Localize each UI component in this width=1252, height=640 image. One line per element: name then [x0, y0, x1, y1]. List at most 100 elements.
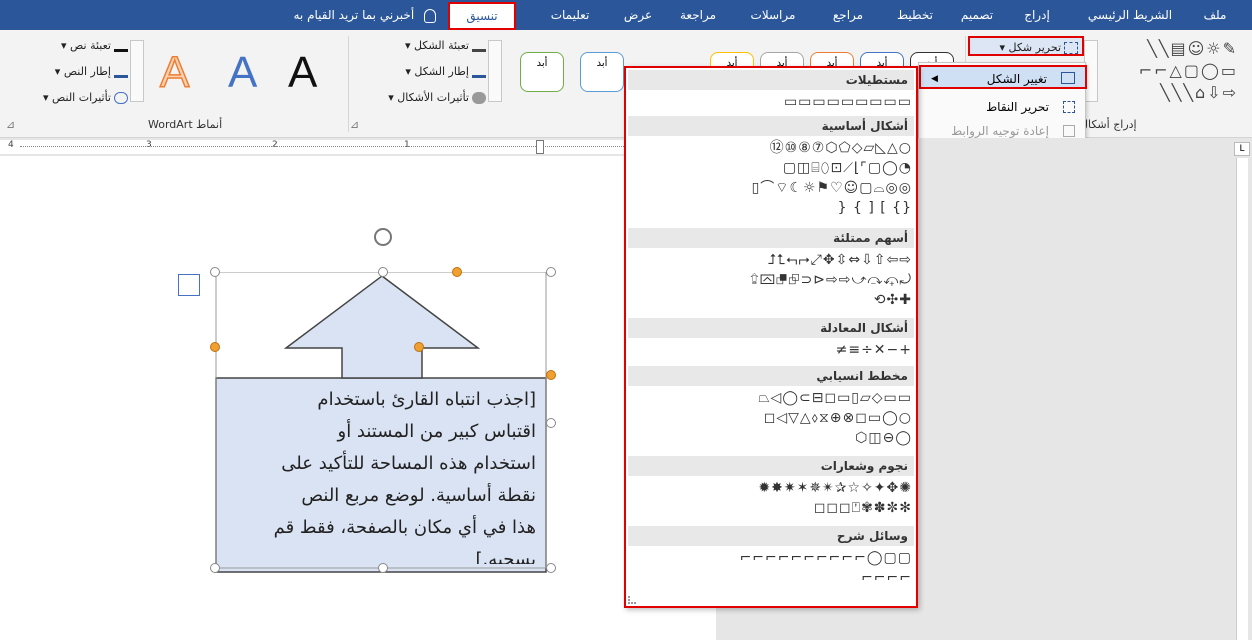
resize-handle[interactable] — [546, 418, 556, 428]
ruler-number: 1 — [404, 140, 410, 150]
callout-text[interactable]: [اجذب انتباه القارئ باستخدام اقتباس كبير… — [222, 384, 540, 564]
tab-mailings[interactable]: مراسلات — [740, 0, 806, 30]
text-effects-label: تأثيرات النص ▾ — [43, 91, 111, 104]
section-callouts: وسائل شرح — [628, 526, 914, 546]
tell-me-label: أخبرني بما تريد القيام به — [293, 8, 415, 22]
text-outline-icon — [114, 66, 128, 78]
shape-row[interactable]: ⑫⑩⑧⑦⬡⬠◇▱◺△○ — [770, 138, 912, 158]
wordart-group-label: أنماط WordArt — [148, 118, 223, 131]
shape-row[interactable]: ⟲✣✚ — [874, 290, 912, 310]
vertical-ruler: L — [1232, 138, 1252, 640]
tab-home[interactable]: الشريط الرئيسي — [1080, 0, 1180, 30]
edit-shape-label: تحرير شكل ▾ — [999, 41, 1062, 54]
ribbon-tab-bar: ملف الشريط الرئيسي إدراج تصميم تخطيط مرا… — [0, 0, 1252, 30]
callout-line: هذا في أي مكان بالصفحة، فقط قم — [273, 517, 536, 538]
resize-handle[interactable] — [210, 267, 220, 277]
text-outline-button[interactable]: إطار النص ▾ — [20, 62, 128, 82]
text-fill-button[interactable]: تعبئة نص ▾ — [20, 36, 128, 56]
lightbulb-icon — [424, 8, 436, 23]
shape-outline-label: إطار الشكل ▾ — [405, 65, 469, 78]
edit-points-label: تحرير النقاط — [986, 100, 1049, 114]
group-separator — [348, 36, 349, 132]
tab-layout[interactable]: تخطيط — [890, 0, 940, 30]
change-shape-menu-item[interactable]: تغيير الشكل ◀ — [919, 65, 1087, 89]
callout-line: استخدام هذه المساحة للتأكيد على — [281, 453, 536, 474]
adjust-handle[interactable] — [210, 342, 220, 352]
resize-handle[interactable] — [378, 563, 388, 573]
resize-handle[interactable] — [546, 563, 556, 573]
shape-row[interactable]: ⏢◁◯⊂⊟◻▭▯▱◇▭▭ — [758, 388, 912, 408]
rotate-handle[interactable] — [374, 228, 392, 246]
shape-row[interactable]: ▯⌒⌔☾☼⚑♡☺▢⌓◎◎ — [752, 178, 912, 198]
effects-icon — [472, 92, 486, 104]
indent-marker[interactable] — [536, 140, 544, 154]
tab-selector[interactable]: L — [1234, 142, 1250, 156]
edit-shape-menu: تغيير الشكل ◀ تحرير النقاط إعادة توجيه ا… — [918, 62, 1087, 148]
tab-insert[interactable]: إدراج — [1012, 0, 1062, 30]
shape-row[interactable]: ⮥⮤⮢⮣⤢✥⇳⇔⇩⇧⇦⇨ — [768, 250, 912, 270]
adjust-handle[interactable] — [546, 370, 556, 380]
tell-me-box[interactable]: أخبرني بما تريد القيام به — [246, 0, 436, 30]
shape-styles-scroll[interactable] — [488, 40, 502, 102]
shape-row[interactable]: ⌐⌐⌐⌐⌐⌐⌐⌐⌐⌐◯▢▢ — [740, 548, 912, 568]
arrow-head — [283, 275, 481, 379]
tab-references[interactable]: مراجع — [820, 0, 876, 30]
wordart-style-orange[interactable]: A — [159, 47, 190, 98]
shape-gallery-mini[interactable]: ╲╲▤☺☼✎ ⌐⌐△▢◯▭ ╲╲╲⌂⇩⇨ — [1094, 38, 1244, 104]
reroute-connectors-label: إعادة توجيه الروابط — [951, 124, 1049, 138]
ruler-ticks — [20, 146, 710, 148]
shape-row[interactable]: ≠≡÷✕−+ — [836, 340, 912, 360]
shapes-row-1: ╲╲▤☺☼✎ — [1147, 39, 1238, 58]
resize-handle[interactable] — [546, 267, 556, 277]
callout-line: نقطة أساسية. لوضع مربع النص — [301, 485, 536, 506]
shape-row[interactable]: ▭▭▭▭▭▭▭▭▭ — [784, 92, 912, 112]
shape-fill-button[interactable]: تعبئة الشكل ▾ — [376, 36, 486, 56]
wordart-scroll[interactable] — [130, 40, 144, 102]
shape-style-6[interactable]: أبد — [580, 52, 624, 92]
shape-outline-button[interactable]: إطار الشكل ▾ — [376, 62, 486, 82]
shapes-row-2: ⌐⌐△▢◯▭ — [1138, 61, 1238, 80]
tab-view[interactable]: عرض — [618, 0, 658, 30]
wordart-style-black[interactable]: A — [288, 48, 317, 98]
change-shape-icon — [1061, 72, 1075, 84]
vertical-ruler-track — [1236, 158, 1248, 640]
pencil-icon — [472, 66, 486, 78]
edit-points-menu-item[interactable]: تحرير النقاط — [919, 95, 1087, 119]
shape-row[interactable]: ⮸⮹⮻⮺⊃⊳⇨⇨⤻⤼⤽⤾ — [750, 270, 912, 290]
shape-styles-launcher[interactable]: ⊿ — [350, 118, 359, 131]
text-fill-label: تعبئة نص ▾ — [61, 39, 111, 52]
change-shape-gallery: مستطيلات ▭▭▭▭▭▭▭▭▭ أشكال أساسية ⑫⑩⑧⑦⬡⬠◇▱… — [624, 66, 918, 608]
adjust-handle[interactable] — [452, 267, 462, 277]
submenu-arrow-icon: ◀ — [931, 74, 938, 84]
shape-row[interactable]: ▢◫⌸⬯⊡⟋⌊⌜▢◯◔ — [783, 158, 912, 178]
tab-design[interactable]: تصميم — [952, 0, 1002, 30]
ruler-number: 2 — [272, 140, 278, 150]
shape-row[interactable]: } { ] [ {} — [838, 198, 912, 218]
shape-row[interactable]: ✹✸✷✶✵✴✰☆✧✦✥✺ — [758, 478, 912, 498]
adjust-handle[interactable] — [414, 342, 424, 352]
wordart-launcher[interactable]: ⊿ — [6, 118, 15, 131]
section-block-arrows: أسهم ممتلئة — [628, 228, 914, 248]
wordart-style-blue[interactable]: A — [228, 48, 257, 98]
shape-effects-label: تأثيرات الأشكال ▾ — [388, 91, 469, 104]
text-effects-button[interactable]: تأثيرات النص ▾ — [6, 88, 128, 108]
tab-help[interactable]: تعليمات — [540, 0, 600, 30]
gallery-resize-grip[interactable] — [628, 596, 636, 604]
edit-shape-button[interactable]: تحرير شكل ▾ — [968, 36, 1084, 56]
shape-row[interactable]: ⬡◫⊖◯ — [855, 428, 912, 448]
paint-bucket-icon — [472, 40, 486, 52]
callout-line: [اجذب انتباه القارئ باستخدام — [317, 389, 536, 410]
tab-format[interactable]: تنسيق — [448, 2, 516, 30]
shape-effects-button[interactable]: تأثيرات الأشكال ▾ — [360, 88, 486, 108]
shape-row[interactable]: ⌐⌐⌐⌐ — [861, 568, 912, 588]
ruler-number: 4 — [8, 140, 14, 150]
resize-handle[interactable] — [378, 267, 388, 277]
resize-handle[interactable] — [210, 563, 220, 573]
shape-style-7[interactable]: أبد — [520, 52, 564, 92]
tab-file[interactable]: ملف — [1190, 0, 1240, 30]
shape-row[interactable]: ◻◁▽△⬨⧖⊕⊗◻▭◯○ — [764, 408, 912, 428]
change-shape-label: تغيير الشكل — [986, 72, 1047, 86]
shape-row[interactable]: ◻◻◻⍞✾✽✼✻ — [814, 498, 912, 518]
layout-options-icon[interactable] — [178, 274, 200, 296]
tab-review[interactable]: مراجعة — [670, 0, 726, 30]
